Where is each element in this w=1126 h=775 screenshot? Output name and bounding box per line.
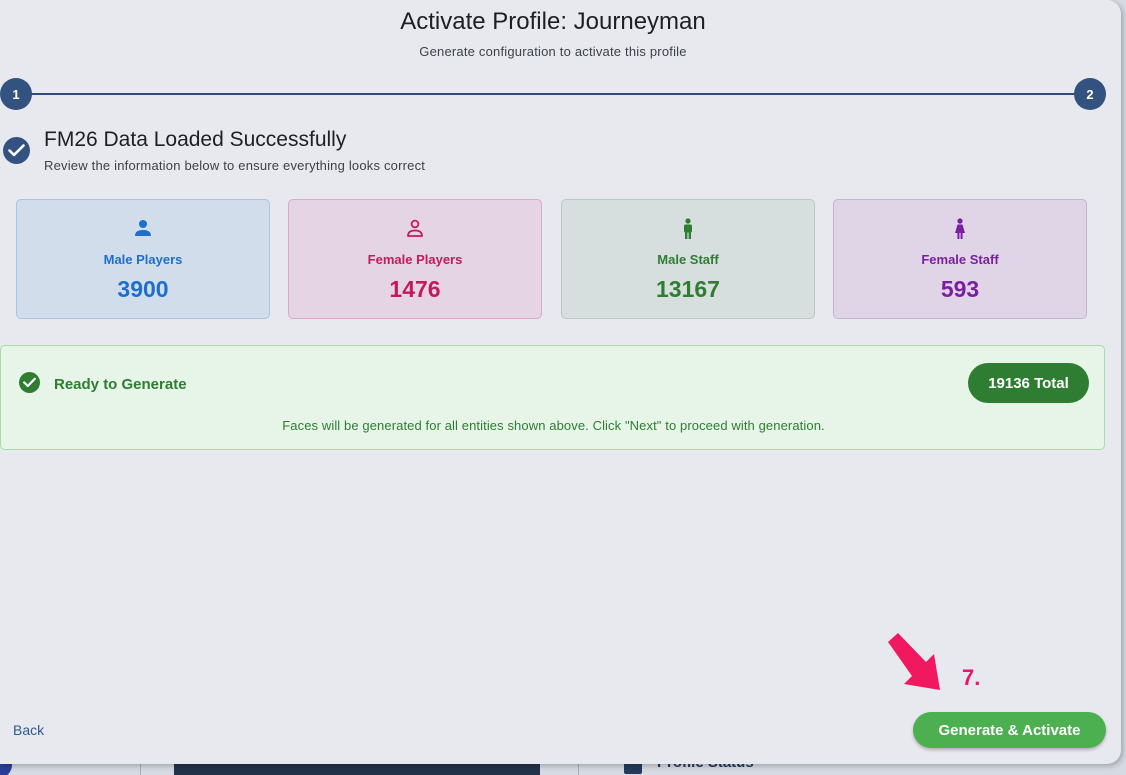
ready-title: Ready to Generate [54,376,187,393]
woman-icon [955,218,965,239]
card-value: 13167 [656,276,720,302]
person-icon [135,220,151,236]
card-label: Female Staff [921,252,999,267]
check-circle-icon [3,137,30,164]
annotation-step-label: 7. [962,665,981,690]
card-value: 593 [940,276,980,302]
card-female-players: Female Players 1476 [288,199,542,319]
step-1[interactable]: 1 [0,78,32,110]
back-button[interactable]: Back [13,722,44,738]
dialog-subtitle: Generate configuration to activate this … [419,44,687,59]
person-outline-icon [407,219,423,237]
card-male-players: Male Players 3900 [16,199,270,319]
loaded-title: FM26 Data Loaded Successfully [44,128,347,151]
card-male-staff: Male Staff 13167 [561,199,815,319]
ready-to-generate-panel: Ready to Generate 19136 Total Faces will… [0,345,1105,450]
annotation-arrow-icon [888,633,940,690]
activate-profile-dialog: Activate Profile: Journeyman Generate co… [0,0,1121,764]
dialog-title: Activate Profile: Journeyman [400,8,706,35]
man-icon [684,218,692,239]
step-2[interactable]: 2 [1074,78,1106,110]
loaded-subtitle: Review the information below to ensure e… [44,158,426,173]
card-female-staff: Female Staff 593 [833,199,1087,319]
card-label: Female Players [367,252,463,267]
check-circle-icon [19,372,40,393]
ready-note: Faces will be generated for all entities… [282,418,825,433]
card-value: 1476 [389,276,441,302]
generate-activate-button[interactable]: Generate & Activate [913,712,1106,748]
card-label: Male Players [103,252,183,267]
stepper-connector [16,93,1090,95]
total-badge: 19136 Total [968,363,1089,403]
card-value: 3900 [117,276,169,302]
card-label: Male Staff [657,252,719,267]
